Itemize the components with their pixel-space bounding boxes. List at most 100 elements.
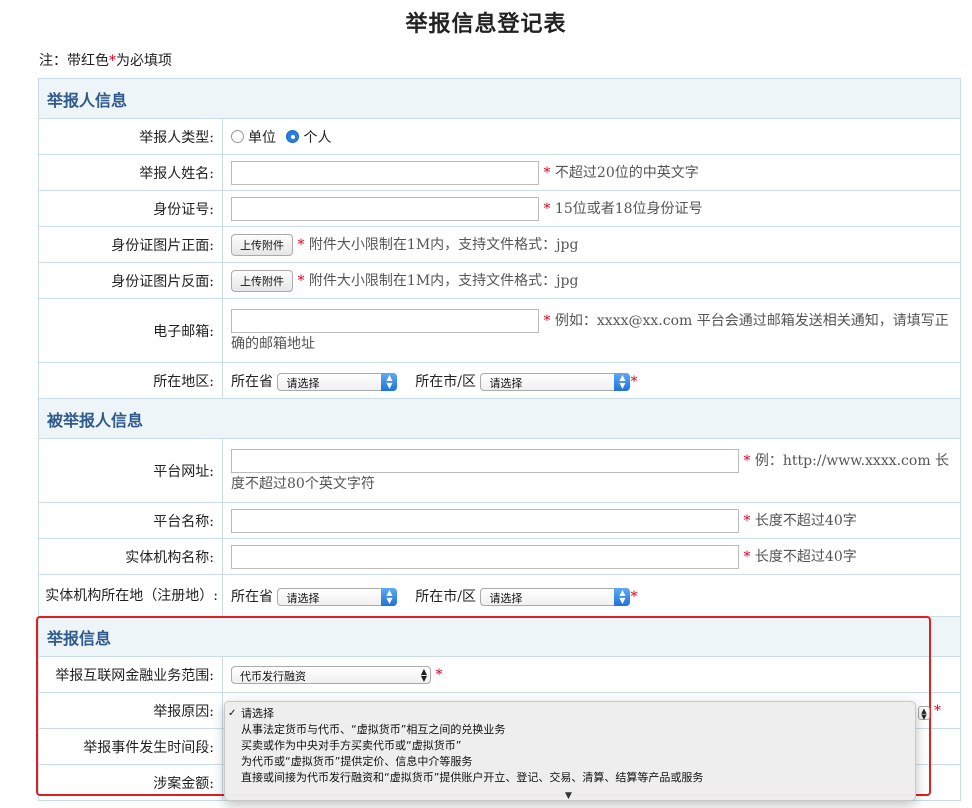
- reporter-type-option-individual[interactable]: 个人: [303, 130, 331, 146]
- required-star: *: [743, 452, 751, 469]
- region-field: 所在省 请选择 ▲ ▼ 所在市/区 请选择 ▲ ▼ *: [222, 362, 961, 399]
- note-star: *: [109, 53, 116, 69]
- chevron-up-down-icon: ▲ ▼: [614, 587, 631, 606]
- section-report-info: 举报信息: [38, 616, 961, 657]
- id-front-field: 上传附件 * 附件大小限制在1M内，支持文件格式：jpg: [222, 226, 961, 263]
- id-back-hint: 附件大小限制在1M内，支持文件格式：jpg: [308, 272, 579, 289]
- city-select-value: 请选择: [489, 376, 523, 390]
- entity-province-label: 所在省: [231, 588, 273, 605]
- entity-name-hint: 长度不超过40字: [754, 548, 857, 565]
- reporter-name-input[interactable]: [231, 160, 539, 185]
- required-star: *: [630, 373, 638, 390]
- reason-option[interactable]: 从事法定货币与代币、“虚拟货币”相互之间的兑换业务: [225, 722, 915, 738]
- note-prefix: 注：带红色: [39, 53, 109, 69]
- platform-name-input[interactable]: [231, 508, 739, 533]
- id-front-upload-button[interactable]: 上传附件: [231, 233, 293, 256]
- province-select[interactable]: 请选择 ▲ ▼: [277, 372, 398, 391]
- reason-option-text: 直接或间接为代币发行融资和“虚拟货币”提供账户开立、登记、交易、清算、结算等产品…: [241, 771, 704, 784]
- section-reported-info: 被举报人信息: [38, 398, 961, 439]
- reporter-type-option-company[interactable]: 单位: [248, 130, 276, 146]
- required-note: 注：带红色*为必填项: [39, 50, 172, 70]
- required-star: *: [543, 312, 551, 329]
- required-star: *: [743, 548, 751, 565]
- id-back-field: 上传附件 * 附件大小限制在1M内，支持文件格式：jpg: [222, 262, 961, 299]
- required-star: *: [743, 512, 751, 529]
- platform-name-label: 平台名称:: [38, 502, 223, 539]
- checkmark-icon: ✓: [228, 708, 237, 719]
- email-label: 电子邮箱:: [38, 298, 223, 363]
- entity-city-label: 所在市/区: [415, 588, 476, 605]
- reporter-type-label: 举报人类型:: [38, 118, 223, 155]
- required-star: *: [435, 666, 443, 683]
- reason-option[interactable]: 为代币或“虚拟货币”提供定价、信息中介等服务: [225, 754, 915, 770]
- id-front-hint: 附件大小限制在1M内，支持文件格式：jpg: [308, 236, 579, 253]
- reporter-name-field: * 不超过20位的中英文字: [222, 154, 961, 191]
- amount-label: 涉案金额:: [38, 764, 223, 801]
- platform-name-field: * 长度不超过40字: [222, 502, 961, 539]
- id-front-label: 身份证图片正面:: [38, 226, 223, 263]
- city-select[interactable]: 请选择 ▲ ▼: [480, 372, 631, 391]
- reason-option[interactable]: 买卖或作为中央对手方买卖代币或“虚拟货币”: [225, 738, 915, 754]
- entity-location-field: 所在省 请选择 ▲ ▼ 所在市/区 请选择 ▲ ▼ *: [222, 574, 961, 617]
- province-label: 所在省: [231, 373, 273, 390]
- entity-name-input[interactable]: [231, 544, 739, 569]
- entity-location-label-text: 实体机构所在地（注册地）:: [45, 587, 218, 604]
- chevron-up-down-icon: ▲ ▼: [614, 372, 631, 391]
- id-back-label: 身份证图片反面:: [38, 262, 223, 299]
- email-field: * 例如：xxxx@xx.com 平台会通过邮箱发送相关通知，请填写正确的邮箱地…: [222, 298, 961, 363]
- required-star: *: [297, 272, 305, 289]
- city-label: 所在市/区: [415, 373, 476, 390]
- id-number-input[interactable]: [231, 196, 539, 221]
- chevron-up-down-icon: ▲ ▼: [420, 666, 427, 683]
- platform-url-input[interactable]: [231, 448, 739, 473]
- entity-province-select-value: 请选择: [286, 591, 320, 605]
- scope-select-value: 代币发行融资: [240, 669, 306, 683]
- note-suffix: 为必填项: [116, 53, 172, 69]
- province-select-value: 请选择: [286, 376, 320, 390]
- id-number-label: 身份证号:: [38, 190, 223, 227]
- page-title: 举报信息登记表: [405, 11, 567, 37]
- chevron-up-down-icon[interactable]: ▲ ▼: [918, 706, 930, 721]
- entity-location-label: 实体机构所在地（注册地）:: [38, 574, 223, 617]
- event-time-label: 举报事件发生时间段:: [38, 728, 223, 765]
- reporter-type-field: 单位 个人: [222, 118, 961, 155]
- reason-option-text: 为代币或“虚拟货币”提供定价、信息中介等服务: [241, 755, 473, 768]
- required-star: *: [934, 703, 941, 719]
- report-form-table: 举报人信息 举报人类型: 单位 个人 举报人姓名: * 不超过20位的中英文字 …: [38, 78, 961, 801]
- reporter-name-label: 举报人姓名:: [38, 154, 223, 191]
- required-star: *: [543, 200, 551, 217]
- required-star: *: [543, 164, 551, 181]
- reason-option-text: 请选择: [241, 707, 274, 720]
- reason-option[interactable]: ✓ 请选择: [225, 706, 915, 722]
- chevron-up-down-icon: ▲ ▼: [381, 587, 398, 606]
- region-label: 所在地区:: [38, 362, 223, 399]
- reason-option-text: 从事法定货币与代币、“虚拟货币”相互之间的兑换业务: [241, 723, 506, 736]
- entity-city-select[interactable]: 请选择 ▲ ▼: [480, 587, 631, 606]
- id-back-upload-button[interactable]: 上传附件: [231, 269, 293, 292]
- radio-selected-icon[interactable]: [286, 130, 300, 143]
- report-form-page: 举报信息登记表 注：带红色*为必填项 举报人信息 举报人类型: 单位 个人 举报…: [0, 0, 972, 808]
- id-number-hint: 15位或者18位身份证号: [554, 200, 703, 217]
- scope-field: 代币发行融资 ▲ ▼ *: [222, 656, 961, 693]
- scope-select[interactable]: 代币发行融资 ▲ ▼: [231, 665, 431, 684]
- radio-unselected-icon[interactable]: [231, 130, 244, 143]
- reason-dropdown-list[interactable]: ✓ 请选择 从事法定货币与代币、“虚拟货币”相互之间的兑换业务 买卖或作为中央对…: [224, 701, 916, 801]
- entity-name-label: 实体机构名称:: [38, 538, 223, 575]
- platform-name-hint: 长度不超过40字: [754, 512, 857, 529]
- platform-url-field: * 例：http://www.xxxx.com 长度不超过80个英文字符: [222, 438, 961, 503]
- required-star: *: [630, 588, 638, 605]
- required-star: *: [297, 236, 305, 253]
- reason-label: 举报原因:: [38, 692, 223, 729]
- scroll-down-arrow-icon[interactable]: ▼: [565, 791, 572, 801]
- entity-city-select-value: 请选择: [489, 591, 523, 605]
- chevron-up-down-icon: ▲ ▼: [381, 372, 398, 391]
- reason-option-text: 买卖或作为中央对手方买卖代币或“虚拟货币”: [241, 739, 462, 752]
- email-input[interactable]: [231, 308, 539, 333]
- scope-label: 举报互联网金融业务范围:: [38, 656, 223, 693]
- entity-province-select[interactable]: 请选择 ▲ ▼: [277, 587, 398, 606]
- platform-url-label: 平台网址:: [38, 438, 223, 503]
- reason-option[interactable]: 直接或间接为代币发行融资和“虚拟货币”提供账户开立、登记、交易、清算、结算等产品…: [225, 770, 915, 786]
- id-number-field: * 15位或者18位身份证号: [222, 190, 961, 227]
- reporter-name-hint: 不超过20位的中英文字: [554, 164, 699, 181]
- entity-name-field: * 长度不超过40字: [222, 538, 961, 575]
